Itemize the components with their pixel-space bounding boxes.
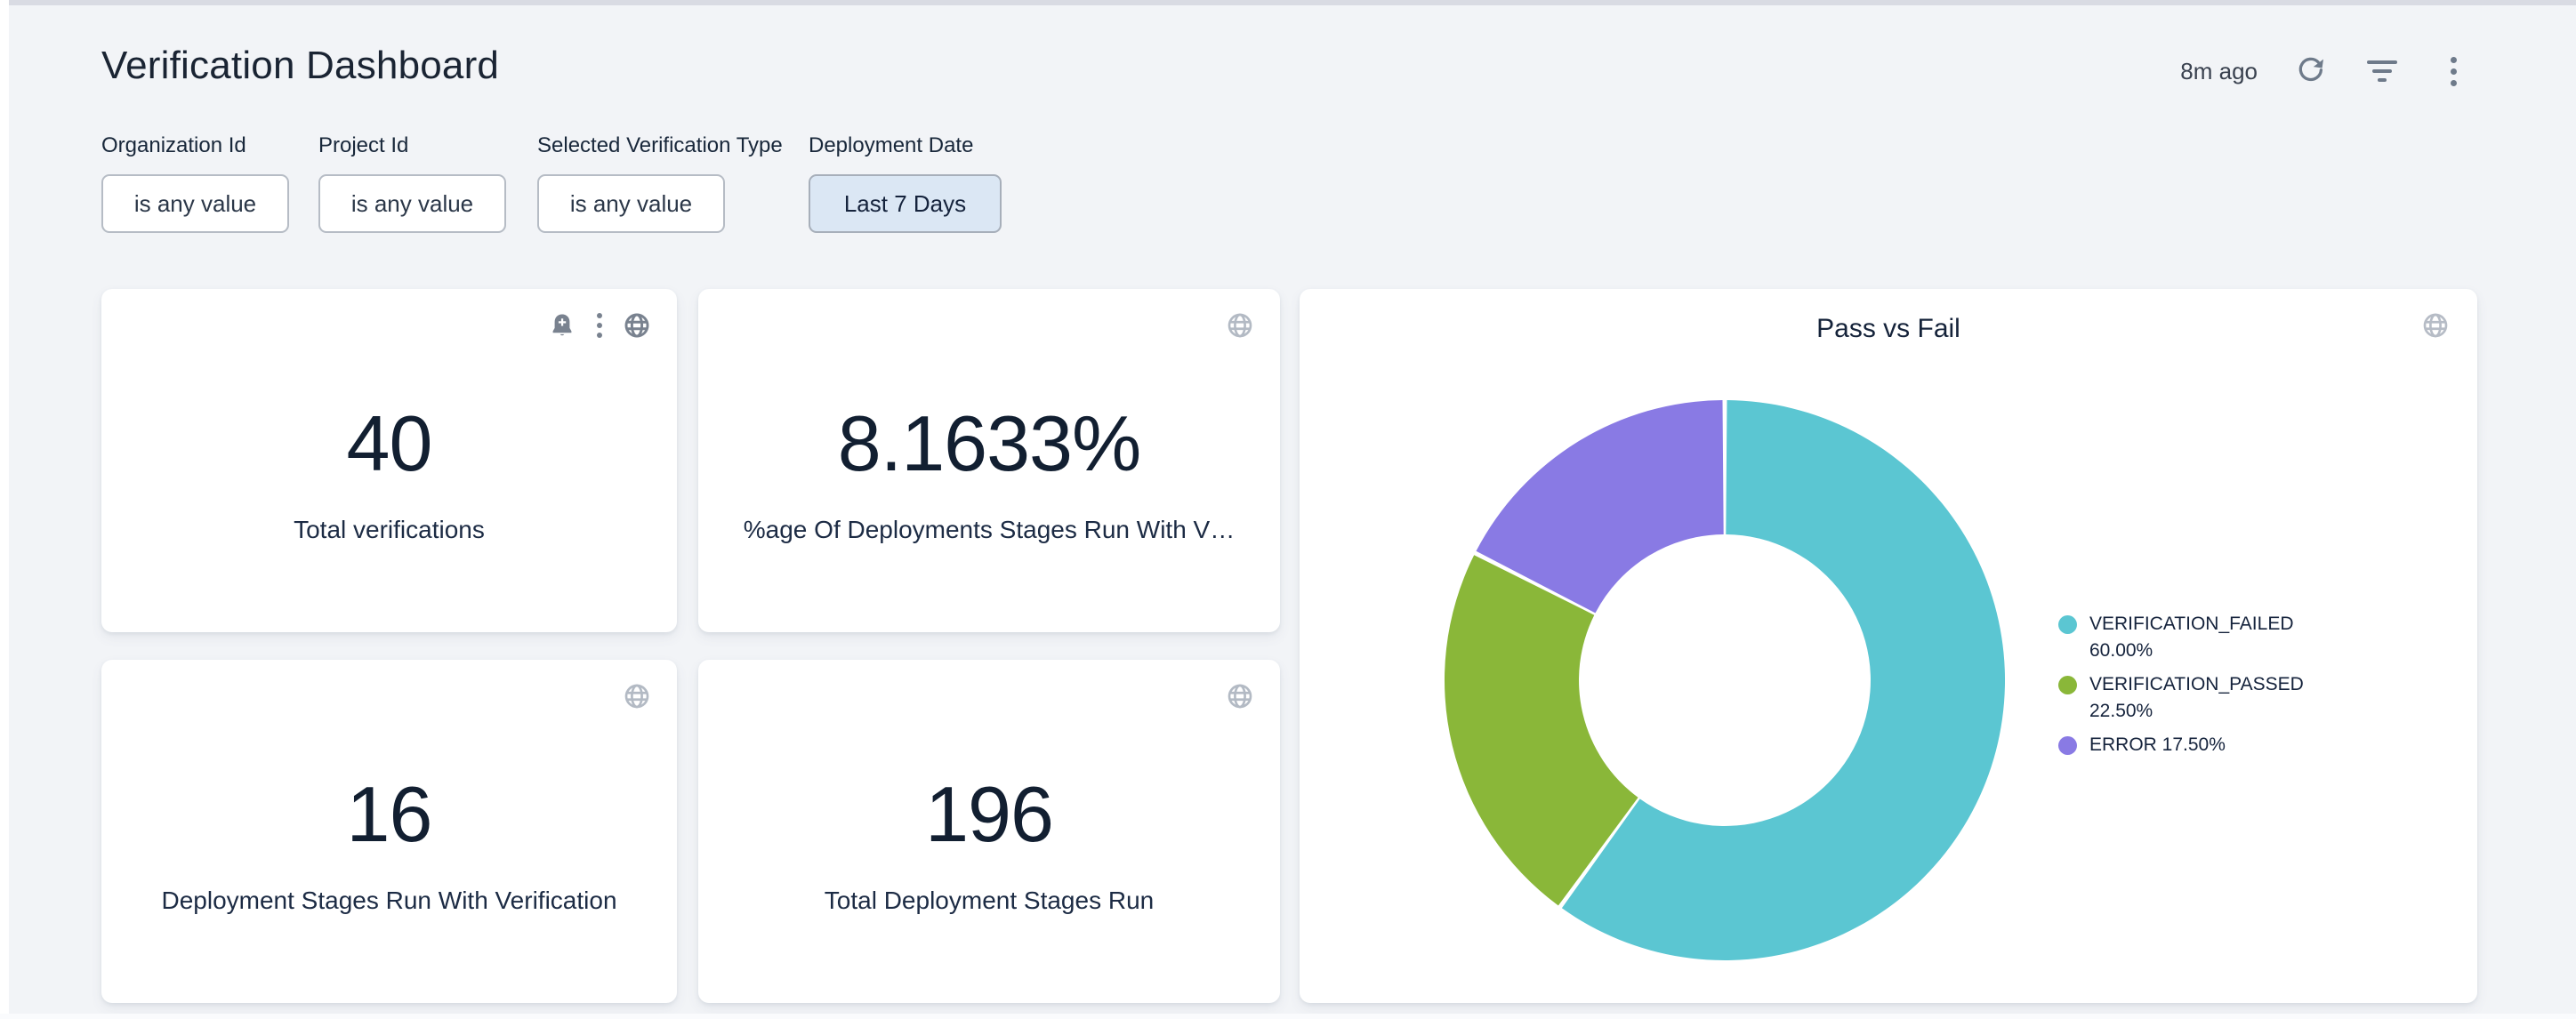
kpi-label: Total Deployment Stages Run [698, 886, 1280, 916]
globe-icon[interactable] [1225, 310, 1255, 341]
alert-bell-icon[interactable] [547, 310, 577, 341]
tile-total-deployment-stages-run: 196 Total Deployment Stages Run [698, 660, 1280, 1003]
kpi-label: Total verifications [101, 515, 677, 545]
kebab-dots [597, 313, 602, 338]
kpi-label: %age Of Deployments Stages Run With V… [698, 515, 1280, 545]
legend-item-error[interactable]: ERROR 17.50% [2058, 732, 2303, 758]
last-refresh-time: 8m ago [2180, 58, 2258, 85]
filter-selected-verification-type: Selected Verification Type is any value [537, 133, 783, 233]
legend-swatch [2058, 736, 2077, 755]
page-title: Verification Dashboard [101, 43, 499, 89]
tile-icons [622, 681, 652, 711]
verification-dashboard: Verification Dashboard 8m ago Organizati… [0, 0, 2576, 1019]
legend-swatch [2058, 615, 2077, 634]
legend-label: VERIFICATION_FAILED 60.00% [2089, 611, 2303, 664]
filter-organization-id: Organization Id is any value [101, 133, 289, 233]
legend-label: ERROR 17.50% [2089, 732, 2303, 758]
bottom-edge-strip [0, 1014, 2576, 1019]
tile-icons [1225, 681, 1255, 711]
tile-stages-run-with-verification: 16 Deployment Stages Run With Verificati… [101, 660, 677, 1003]
filter-icon-bars [2367, 60, 2397, 82]
globe-icon[interactable] [622, 310, 652, 341]
filter-project-id: Project Id is any value [318, 133, 506, 233]
legend-item-verification-passed[interactable]: VERIFICATION_PASSED 22.50% [2058, 671, 2303, 725]
filter-value-project-id[interactable]: is any value [318, 174, 506, 233]
tile-icons [1225, 310, 1255, 341]
kpi-value: 196 [698, 774, 1280, 855]
header-actions: 8m ago [2180, 52, 2471, 91]
globe-icon[interactable] [622, 681, 652, 711]
tile-icons [547, 310, 652, 341]
legend-swatch [2058, 676, 2077, 694]
chart-legend: VERIFICATION_FAILED 60.00% VERIFICATION_… [2058, 611, 2303, 758]
kebab-dots [2451, 57, 2457, 86]
kpi-label: Deployment Stages Run With Verification [101, 886, 677, 916]
legend-label: VERIFICATION_PASSED 22.50% [2089, 671, 2303, 725]
filter-value-organization-id[interactable]: is any value [101, 174, 289, 233]
filter-label: Selected Verification Type [537, 133, 783, 158]
top-divider [0, 0, 2576, 5]
filter-icon[interactable] [2364, 53, 2400, 89]
kpi-value: 40 [101, 403, 677, 485]
filter-label: Deployment Date [809, 133, 1002, 158]
tile-kebab-menu-icon[interactable] [592, 310, 608, 341]
filter-label: Project Id [318, 133, 506, 158]
filter-deployment-date: Deployment Date Last 7 Days [809, 133, 1002, 233]
legend-item-verification-failed[interactable]: VERIFICATION_FAILED 60.00% [2058, 611, 2303, 664]
kpi-value: 16 [101, 774, 677, 855]
filter-value-selected-verification-type[interactable]: is any value [537, 174, 725, 233]
globe-icon[interactable] [1225, 681, 1255, 711]
kpi-value: 8.1633% [698, 403, 1280, 485]
tile-total-verifications: 40 Total verifications [101, 289, 677, 632]
filter-label: Organization Id [101, 133, 289, 158]
filter-value-deployment-date[interactable]: Last 7 Days [809, 174, 1002, 233]
tile-percent-stages-with-verification: 8.1633% %age Of Deployments Stages Run W… [698, 289, 1280, 632]
left-edge-strip [0, 0, 9, 1019]
tile-pass-vs-fail: Pass vs Fail VERIFICATION_FAILED 60.00% … [1300, 289, 2477, 1003]
kebab-menu-icon[interactable] [2435, 53, 2471, 89]
refresh-icon[interactable] [2293, 53, 2329, 89]
